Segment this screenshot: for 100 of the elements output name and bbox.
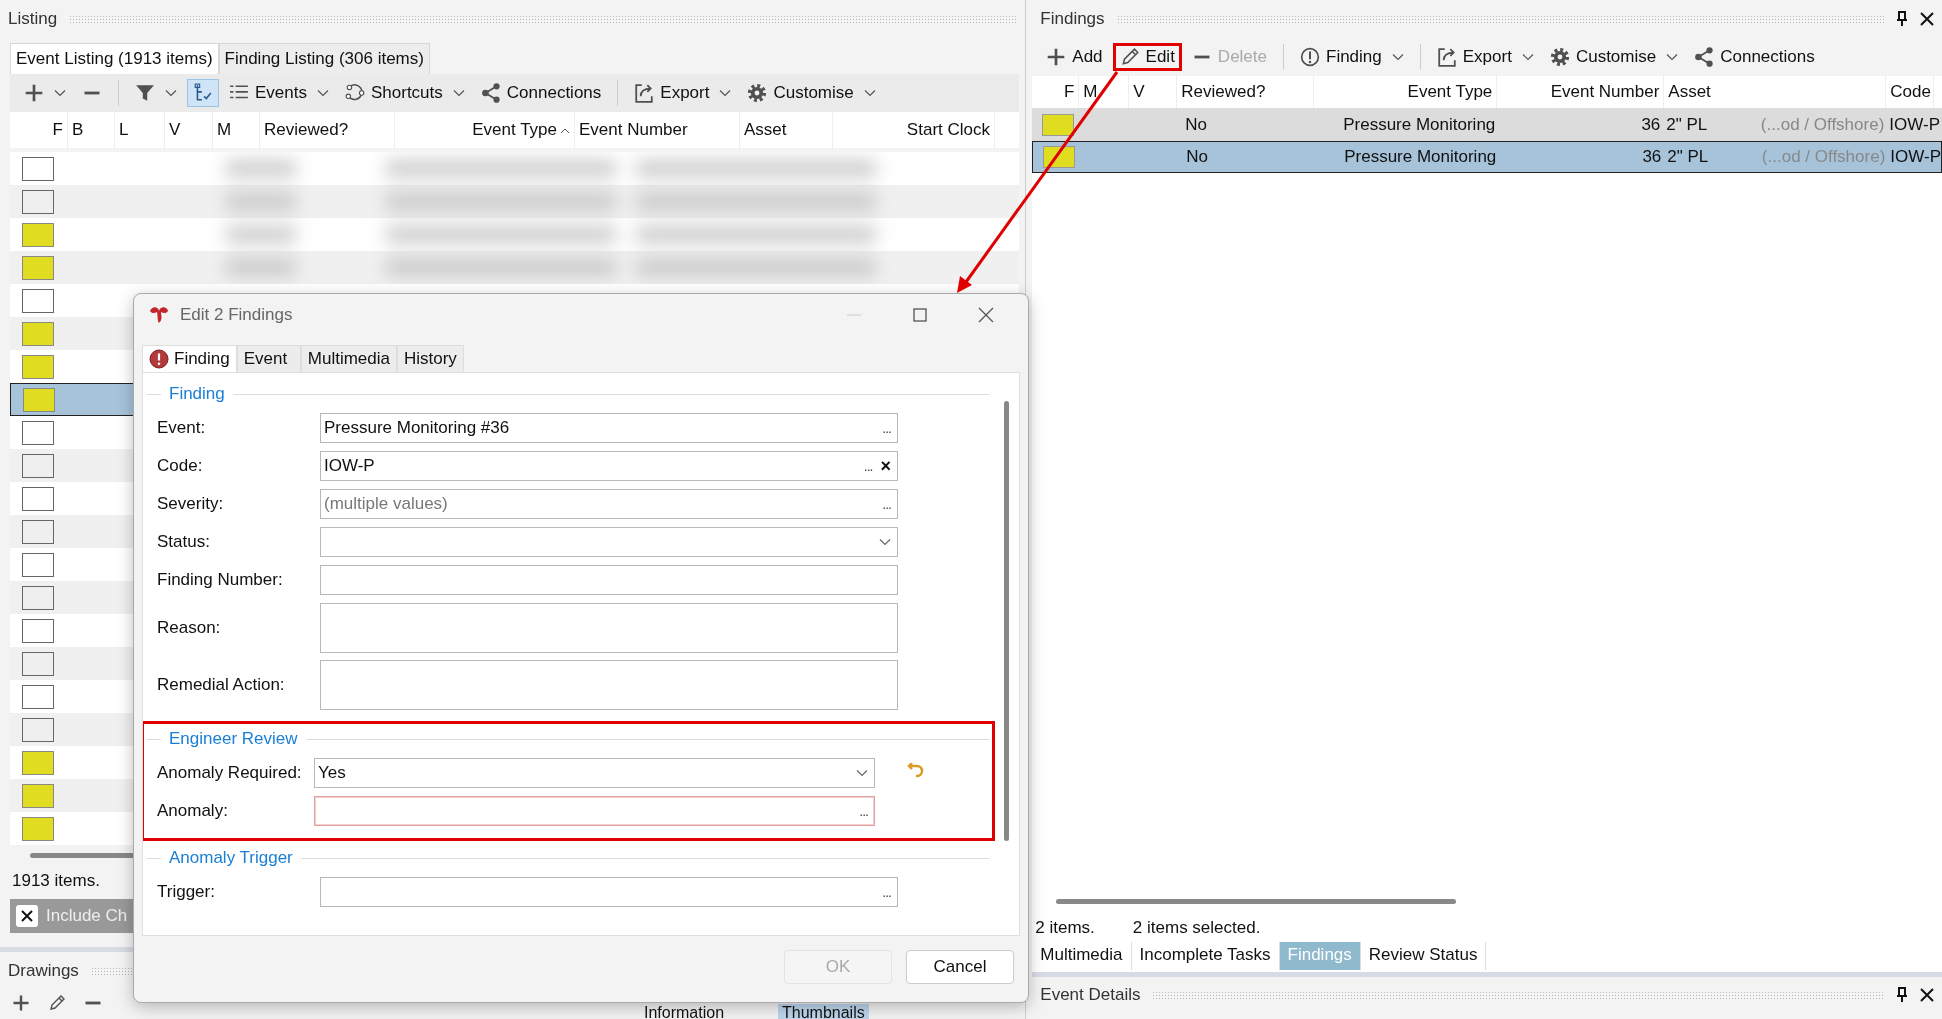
browse-button[interactable]: ... bbox=[882, 496, 891, 512]
text-area[interactable] bbox=[320, 602, 898, 653]
toolbar-button[interactable]: Export bbox=[1430, 43, 1540, 71]
toolbar-button[interactable]: Add bbox=[1040, 43, 1109, 71]
browse-button[interactable]: ... bbox=[882, 884, 891, 900]
column-header[interactable]: Event Number bbox=[1550, 82, 1660, 102]
caret-icon bbox=[1521, 53, 1534, 61]
tab[interactable]: Event bbox=[236, 345, 301, 372]
column-header[interactable]: F bbox=[1063, 82, 1075, 102]
table-cell: IOW-P bbox=[1890, 147, 1941, 166]
close-icon[interactable] bbox=[1920, 988, 1934, 1002]
export-icon bbox=[634, 83, 655, 103]
text-area[interactable] bbox=[320, 659, 898, 710]
panel-title: Findings bbox=[1040, 9, 1105, 29]
column-header[interactable]: M bbox=[217, 120, 232, 140]
table-cell: 36 bbox=[1641, 115, 1661, 134]
tab[interactable]: Multimedia bbox=[1032, 942, 1132, 970]
tab[interactable]: Review Status bbox=[1360, 942, 1487, 970]
close-icon bbox=[978, 307, 994, 323]
field-label: Anomaly Required: bbox=[156, 763, 303, 783]
export-icon bbox=[1436, 47, 1457, 67]
filter-icon bbox=[135, 83, 155, 103]
dropdown-field[interactable]: Yes bbox=[314, 758, 875, 788]
toolbar-button[interactable]: Export bbox=[628, 79, 738, 107]
plus-icon bbox=[24, 83, 44, 103]
tab[interactable]: Finding Listing (306 items) bbox=[218, 43, 430, 74]
column-header[interactable]: Event Number bbox=[579, 120, 688, 140]
caret-icon bbox=[452, 89, 465, 97]
field-label: Finding Number: bbox=[156, 570, 284, 590]
table-cell: (...od / Offshore) bbox=[1761, 147, 1886, 167]
browse-button[interactable]: ... bbox=[882, 420, 891, 436]
field-label: Severity: bbox=[156, 494, 225, 514]
table-cell: IOW-P bbox=[1889, 115, 1940, 134]
toolbar-button[interactable]: Events bbox=[223, 79, 335, 107]
clear-button[interactable]: × bbox=[880, 455, 891, 477]
checkbox-label: Include Ch bbox=[46, 906, 128, 926]
tab[interactable]: Information bbox=[640, 1004, 729, 1019]
column-header[interactable]: F bbox=[52, 120, 63, 140]
toolbar-button[interactable]: Connections bbox=[474, 79, 608, 107]
minus-icon bbox=[84, 1001, 102, 1005]
toolbar-button[interactable]: Finding bbox=[1294, 43, 1410, 71]
toolbar-button[interactable]: Customise bbox=[1543, 43, 1685, 71]
field-label: Trigger: bbox=[156, 882, 216, 902]
tab[interactable]: Multimedia bbox=[300, 345, 397, 372]
column-header[interactable]: Reviewed? bbox=[264, 120, 349, 140]
tab[interactable]: Thumbnails bbox=[778, 1004, 869, 1019]
field-label: Reason: bbox=[156, 617, 222, 638]
toolbar-button[interactable]: Edit bbox=[1112, 43, 1182, 71]
close-icon[interactable] bbox=[1920, 12, 1934, 26]
column-header[interactable]: Code bbox=[1890, 82, 1931, 102]
column-header[interactable]: M bbox=[1083, 82, 1098, 102]
input-field[interactable]: ... bbox=[320, 877, 898, 907]
browse-button[interactable]: ... bbox=[859, 803, 868, 819]
browse-button[interactable]: ... bbox=[863, 458, 873, 474]
field-label: Code: bbox=[156, 456, 204, 476]
panel-title: Listing bbox=[8, 9, 58, 29]
tab[interactable]: History bbox=[396, 345, 464, 372]
tab[interactable]: Event Listing (1913 items) bbox=[10, 43, 219, 74]
input-field[interactable]: IOW-P ... × bbox=[320, 451, 898, 481]
field-label: Event: bbox=[156, 418, 207, 438]
tab[interactable]: Finding bbox=[142, 345, 237, 372]
tree-view-button[interactable] bbox=[187, 79, 219, 107]
column-header[interactable]: Asset bbox=[1668, 82, 1711, 102]
column-header[interactable]: V bbox=[1133, 82, 1145, 102]
panel-title: Drawings bbox=[8, 961, 79, 981]
column-header[interactable]: Reviewed? bbox=[1181, 82, 1266, 102]
caret-icon bbox=[317, 89, 329, 97]
input-field[interactable] bbox=[320, 565, 898, 595]
input-field[interactable]: ... bbox=[314, 796, 875, 826]
pin-icon[interactable] bbox=[1896, 11, 1908, 27]
caret-icon bbox=[879, 538, 891, 546]
column-header[interactable]: L bbox=[119, 120, 129, 140]
dialog-button[interactable]: Cancel bbox=[906, 950, 1014, 984]
share-icon bbox=[1694, 47, 1715, 67]
toolbar-button[interactable]: Shortcuts bbox=[339, 79, 471, 107]
column-header[interactable]: B bbox=[72, 120, 84, 140]
column-header[interactable]: V bbox=[169, 120, 181, 140]
section-title: Finding bbox=[169, 384, 225, 404]
table-cell: Pressure Monitoring bbox=[1343, 115, 1496, 134]
caret-icon bbox=[165, 89, 177, 97]
app-logo-icon bbox=[148, 305, 170, 325]
dropdown-field[interactable] bbox=[320, 527, 898, 557]
field-label: Anomaly: bbox=[156, 801, 229, 821]
toolbar-button[interactable]: Customise bbox=[741, 79, 882, 107]
column-header[interactable]: Asset bbox=[744, 120, 787, 140]
checkbox[interactable] bbox=[16, 905, 38, 927]
column-header[interactable]: Event Type bbox=[472, 120, 557, 140]
item-count: 1913 items. bbox=[11, 870, 101, 892]
column-header[interactable]: Start Clock bbox=[906, 120, 990, 140]
pin-icon[interactable] bbox=[1896, 987, 1908, 1003]
table-cell: Pressure Monitoring bbox=[1344, 147, 1497, 166]
column-header[interactable]: Event Type bbox=[1407, 82, 1493, 102]
toolbar-button[interactable]: Connections bbox=[1688, 43, 1821, 71]
pencil-icon bbox=[1119, 47, 1140, 67]
plus-icon bbox=[12, 994, 30, 1012]
input-field[interactable]: Pressure Monitoring #36 ... bbox=[320, 413, 898, 443]
error-icon bbox=[149, 349, 169, 369]
tab[interactable]: Incomplete Tasks bbox=[1131, 942, 1280, 970]
input-field[interactable]: (multiple values) ... bbox=[320, 489, 898, 519]
exclaim-icon bbox=[1300, 47, 1320, 67]
